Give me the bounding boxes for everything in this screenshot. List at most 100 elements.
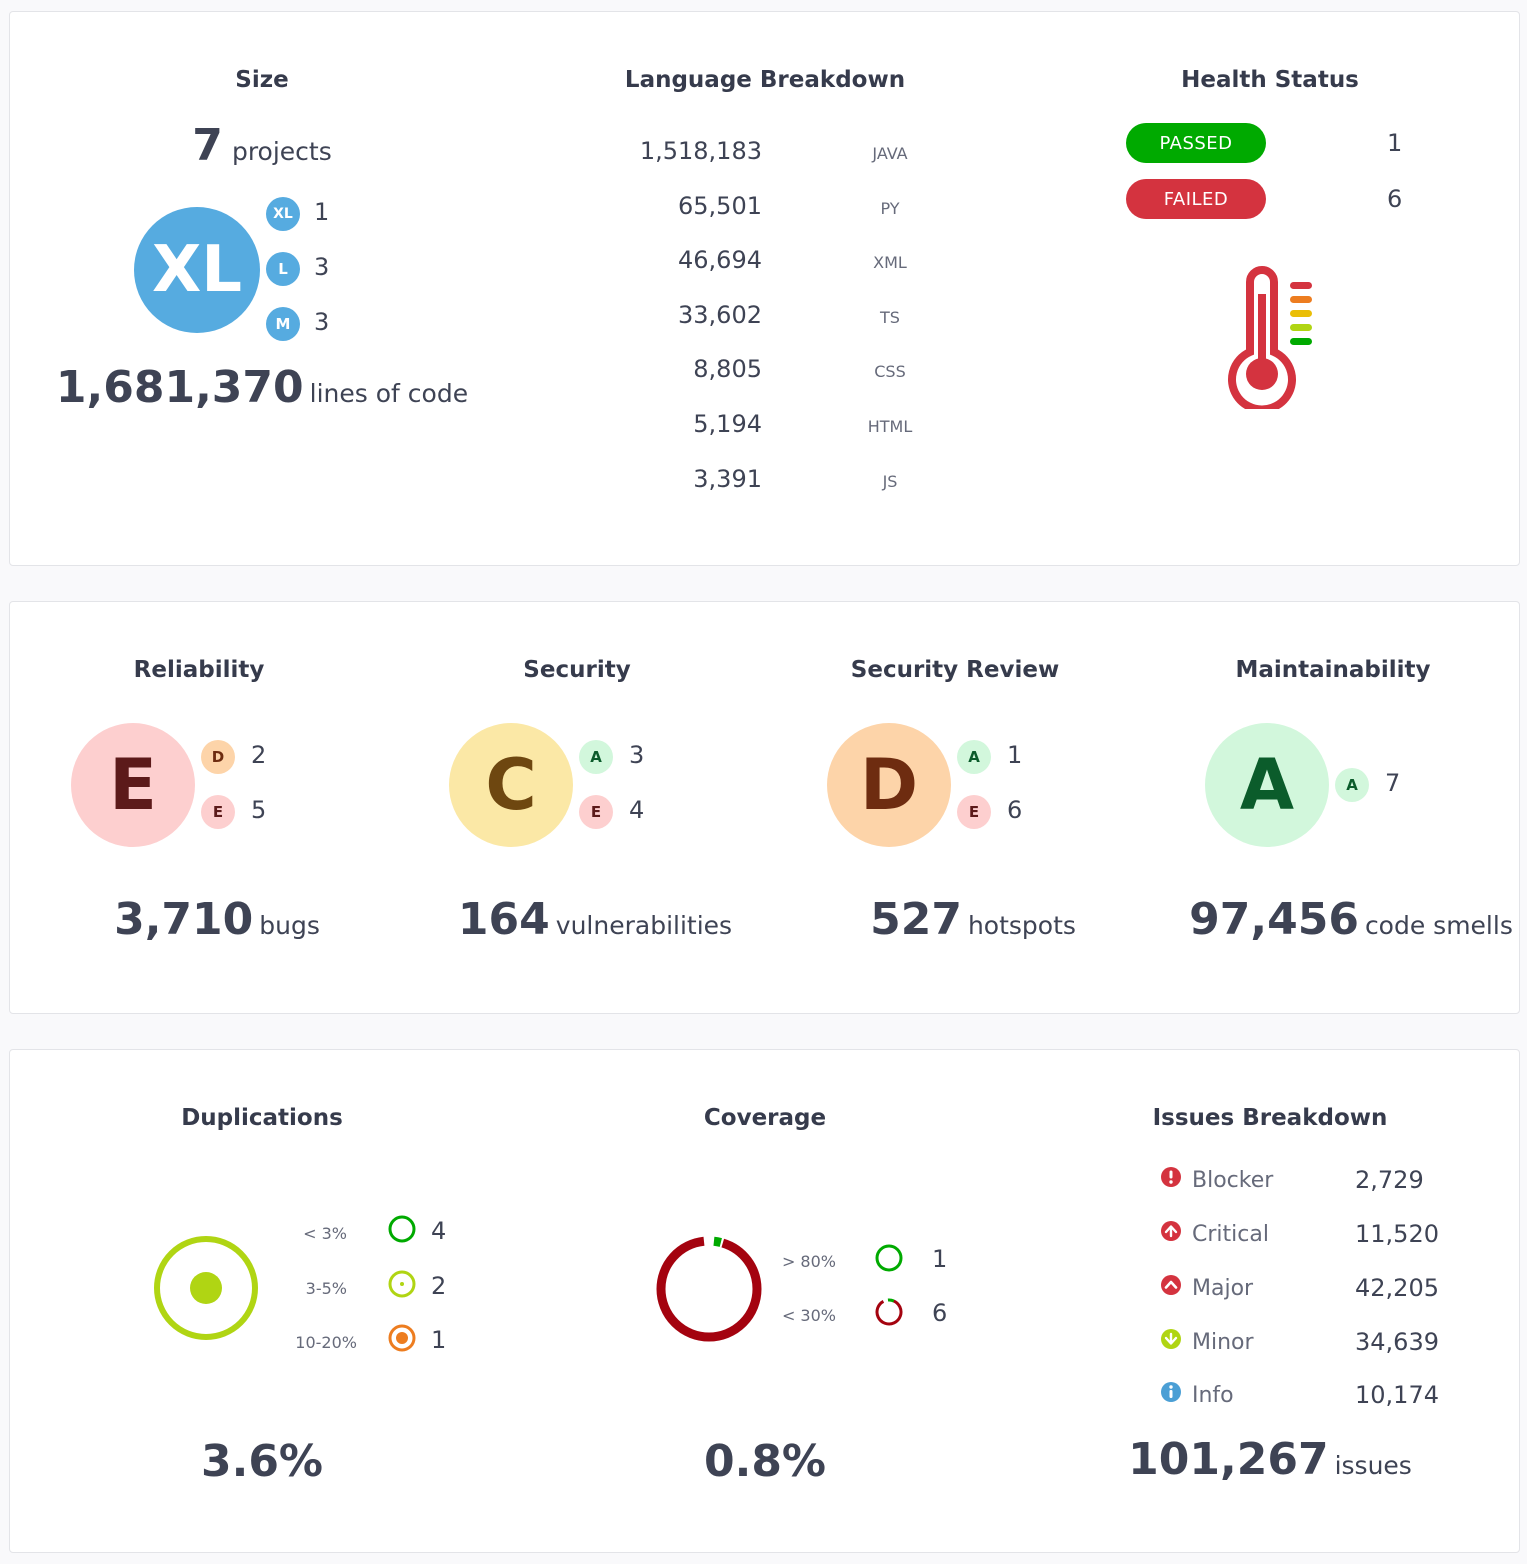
reliability-breakdown-count-e: 5 — [251, 796, 267, 824]
issue-value-info[interactable]: 10,174 — [1355, 1381, 1439, 1409]
issue-label-major[interactable]: Major — [1192, 1276, 1253, 1301]
reliability-breakdown-badge-d: D — [201, 740, 235, 774]
security-grade-badge: C — [449, 723, 573, 847]
issue-value-minor[interactable]: 34,639 — [1355, 1328, 1439, 1356]
coverage-title: Coverage — [703, 1105, 827, 1131]
minor-icon — [1161, 1329, 1181, 1349]
reliability-breakdown-count-d: 2 — [251, 741, 267, 769]
security-review-breakdown-badge-e: E — [957, 795, 991, 829]
dup-range-2: 3-5% — [305, 1279, 347, 1298]
reliability-total-unit: bugs — [259, 911, 320, 940]
security-review-breakdown-count-e: 6 — [1007, 796, 1023, 824]
dup-medium-icon — [388, 1270, 416, 1298]
projects-count: 7 — [192, 120, 223, 171]
security-review-total-value: 527 — [870, 894, 962, 945]
language-title: Language Breakdown — [624, 67, 906, 93]
cov-count-1: 1 — [932, 1245, 948, 1273]
reliability-total-value: 3,710 — [114, 894, 254, 945]
size-xl-count: 1 — [314, 198, 330, 226]
maintainability-total-line: 97,456 code smells — [1189, 894, 1513, 945]
issue-label-minor[interactable]: Minor — [1192, 1330, 1254, 1355]
critical-icon — [1161, 1221, 1181, 1241]
dup-range-3: 10-20% — [295, 1333, 357, 1352]
passed-pill[interactable]: PASSED — [1126, 123, 1266, 163]
size-title: Size — [235, 67, 289, 93]
issues-total-label: issues — [1334, 1451, 1412, 1480]
cov-good-icon — [875, 1244, 903, 1272]
dup-count-2: 2 — [431, 1272, 447, 1300]
dup-count-1: 4 — [431, 1217, 447, 1245]
language-name-xml: XML — [873, 253, 907, 273]
maintainability-breakdown-badge-a: A — [1335, 768, 1369, 802]
security-review-total-line: 527 hotspots — [870, 894, 1076, 945]
passed-count: 1 — [1387, 129, 1403, 157]
reliability-breakdown-badge-e: E — [201, 795, 235, 829]
reliability-title: Reliability — [133, 657, 265, 683]
language-name-py: PY — [880, 198, 900, 218]
duplications-value: 3.6% — [200, 1436, 324, 1487]
size-m-badge: M — [266, 307, 300, 341]
security-breakdown-count-a: 3 — [629, 741, 645, 769]
size-main-badge: XL — [134, 207, 260, 333]
coverage-value: 0.8% — [703, 1436, 827, 1487]
maintainability-grade-badge: A — [1205, 723, 1329, 847]
info-icon — [1161, 1382, 1181, 1402]
loc-label: lines of code — [309, 379, 469, 408]
major-icon — [1161, 1275, 1181, 1295]
coverage-value-line: 0.8% — [704, 1436, 826, 1487]
issue-label-info[interactable]: Info — [1192, 1383, 1234, 1408]
issue-label-critical[interactable]: Critical — [1192, 1222, 1269, 1247]
language-name-css: CSS — [874, 362, 906, 382]
size-xl-badge: XL — [266, 197, 300, 231]
duplications-big-icon — [154, 1236, 258, 1340]
maintainability-total-value: 97,456 — [1189, 894, 1359, 945]
security-review-breakdown-badge-a: A — [957, 740, 991, 774]
metrics-card: Duplications < 3% 4 3-5% 2 10-20% 1 3.6%… — [9, 1049, 1520, 1553]
language-value-css: 8,805 — [693, 355, 762, 384]
reliability-grade-badge: E — [71, 723, 195, 847]
size-m-count: 3 — [314, 308, 330, 336]
cov-bad-icon — [875, 1298, 903, 1326]
projects-label: projects — [231, 137, 332, 166]
language-value-html: 5,194 — [693, 410, 762, 438]
security-breakdown-badge-a: A — [579, 740, 613, 774]
issue-value-blocker[interactable]: 2,729 — [1355, 1166, 1424, 1194]
language-value-ts: 33,602 — [678, 300, 762, 329]
language-name-ts: TS — [880, 307, 900, 327]
security-review-title: Security Review — [850, 657, 1060, 683]
duplications-title: Duplications — [181, 1105, 343, 1131]
language-name-js: JS — [882, 471, 898, 491]
language-value-java: 1,518,183 — [639, 137, 762, 165]
failed-pill[interactable]: FAILED — [1126, 179, 1266, 219]
security-total-line: 164 vulnerabilities — [458, 894, 732, 945]
cov-range-1: > 80% — [781, 1252, 836, 1271]
security-review-breakdown-count-a: 1 — [1007, 741, 1023, 769]
coverage-donut — [656, 1236, 762, 1342]
issue-value-major[interactable]: 42,205 — [1355, 1274, 1439, 1302]
security-total-value: 164 — [457, 894, 550, 945]
maintainability-title: Maintainability — [1235, 657, 1431, 683]
cov-count-2: 6 — [932, 1299, 948, 1327]
failed-count: 6 — [1387, 185, 1403, 213]
language-name-html: HTML — [867, 417, 913, 436]
issue-value-critical[interactable]: 11,520 — [1355, 1220, 1439, 1248]
maintainability-total-unit: code smells — [1364, 911, 1513, 940]
dup-range-1: < 3% — [303, 1224, 347, 1243]
reliability-total-line: 3,710 bugs — [114, 894, 320, 945]
security-breakdown-badge-e: E — [579, 795, 613, 829]
loc-value: 1,681,370 — [55, 362, 304, 413]
issues-total-value: 101,267 — [1128, 1434, 1329, 1485]
security-total-unit: vulnerabilities — [555, 911, 733, 940]
blocker-icon — [1161, 1167, 1181, 1187]
dup-high-icon — [388, 1324, 416, 1352]
security-review-total-unit: hotspots — [967, 911, 1076, 940]
loc-line: 1,681,370 lines of code — [56, 362, 468, 413]
ratings-card: Reliability E D 2 E 5 3,710 bugs Security C A 3 E 4 16… — [9, 601, 1520, 1014]
maintainability-breakdown-count-a: 7 — [1385, 769, 1401, 797]
dup-count-3: 1 — [431, 1326, 447, 1354]
overview-card: Size 7 projects XL XL 1 L 3 M 3 1,681,37… — [9, 11, 1520, 566]
security-title: Security — [523, 657, 631, 683]
language-name-java: JAVA — [872, 144, 908, 163]
size-l-badge: L — [266, 252, 300, 286]
issue-label-blocker[interactable]: Blocker — [1192, 1168, 1273, 1193]
